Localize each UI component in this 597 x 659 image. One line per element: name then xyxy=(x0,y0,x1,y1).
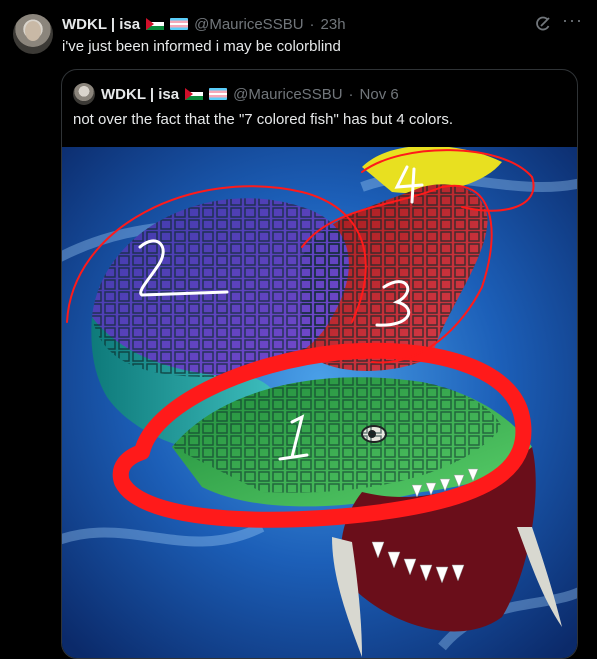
quoted-header: WDKL | isa @MauriceSSBU · Nov 6 xyxy=(101,83,399,105)
tweet-header: WDKL | isa @MauriceSSBU · 23h xyxy=(62,13,346,35)
quoted-timestamp: Nov 6 xyxy=(359,85,399,103)
quoted-tweet[interactable]: WDKL | isa @MauriceSSBU · Nov 6 not over… xyxy=(61,69,578,659)
separator: · xyxy=(348,85,354,103)
more-icon[interactable]: ··· xyxy=(562,11,582,31)
avatar[interactable] xyxy=(13,14,53,54)
quoted-handle: @MauriceSSBU xyxy=(233,85,343,103)
grok-icon[interactable] xyxy=(534,15,552,33)
quoted-display-name: WDKL | isa xyxy=(101,85,180,103)
timestamp[interactable]: 23h xyxy=(321,16,346,33)
tweet[interactable]: WDKL | isa @MauriceSSBU · 23h ··· i've j… xyxy=(0,0,597,659)
quoted-text: not over the fact that the "7 colored fi… xyxy=(73,111,454,128)
palestine-flag-icon xyxy=(185,88,204,100)
transgender-flag-icon xyxy=(209,88,228,100)
separator: · xyxy=(309,15,315,33)
display-name[interactable]: WDKL | isa xyxy=(62,16,140,33)
palestine-flag-icon xyxy=(146,18,165,30)
quoted-avatar[interactable] xyxy=(73,83,95,105)
handle[interactable]: @MauriceSSBU xyxy=(194,16,303,33)
fish-image[interactable] xyxy=(62,145,577,658)
transgender-flag-icon xyxy=(170,18,189,30)
tweet-text: i've just been informed i may be colorbl… xyxy=(62,38,341,55)
